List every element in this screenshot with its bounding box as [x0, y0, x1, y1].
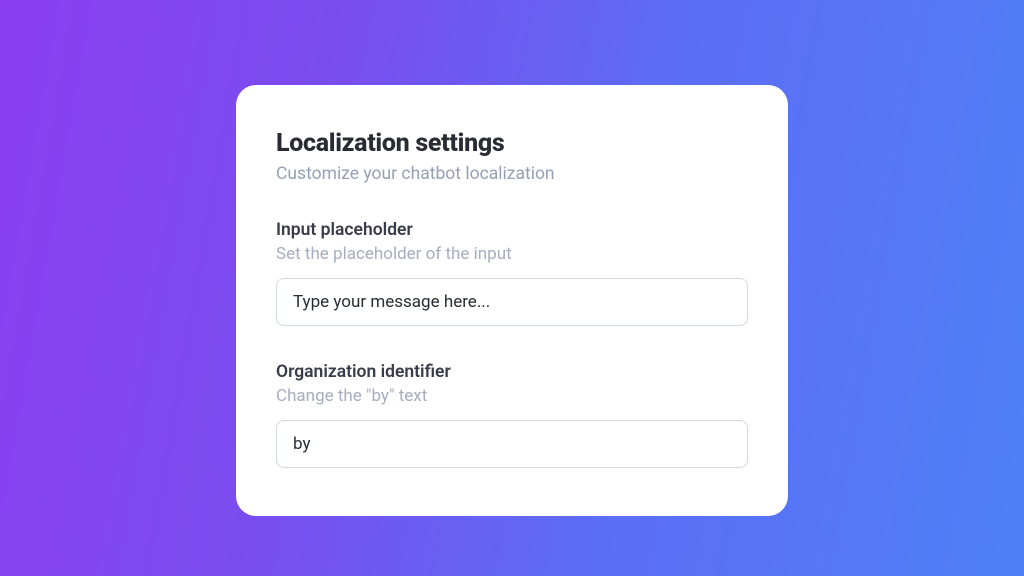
organization-identifier-group: Organization identifier Change the "by" … — [276, 362, 748, 468]
organization-identifier-label: Organization identifier — [276, 362, 748, 382]
input-placeholder-field[interactable] — [276, 278, 748, 326]
card-subtitle: Customize your chatbot localization — [276, 164, 748, 184]
card-title: Localization settings — [276, 129, 748, 158]
input-placeholder-help: Set the placeholder of the input — [276, 244, 748, 264]
organization-identifier-field[interactable] — [276, 420, 748, 468]
input-placeholder-group: Input placeholder Set the placeholder of… — [276, 220, 748, 326]
localization-settings-card: Localization settings Customize your cha… — [236, 85, 788, 516]
input-placeholder-label: Input placeholder — [276, 220, 748, 240]
organization-identifier-help: Change the "by" text — [276, 386, 748, 406]
